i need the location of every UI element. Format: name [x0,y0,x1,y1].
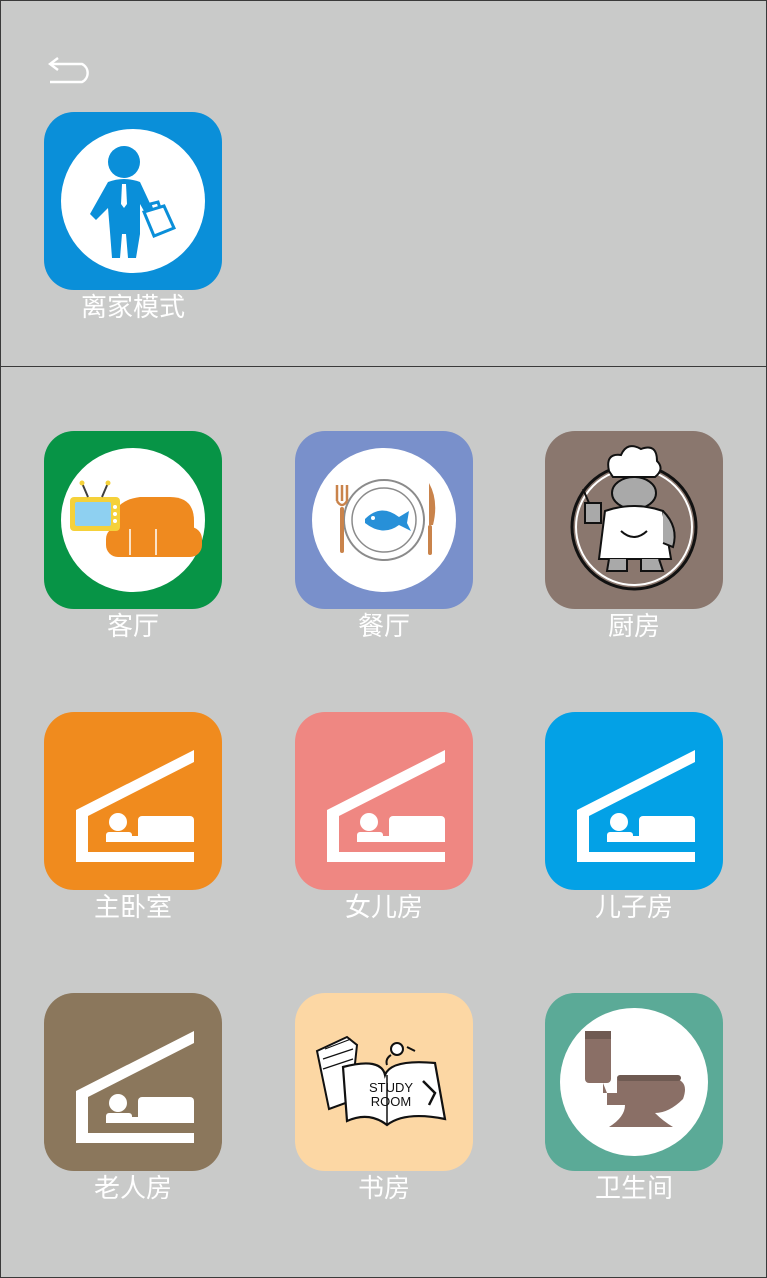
toilet-icon [560,1008,708,1156]
back-arrow-icon [48,57,89,84]
mode-away-label: 离家模式 [80,293,185,323]
room-tile[interactable]: 女儿房 [295,712,473,924]
room-icon-box [44,712,222,890]
room-icon-box [545,993,723,1171]
room-icon-box [295,712,473,890]
room-tile[interactable]: 卫生间 [545,993,723,1205]
room-label: 女儿房 [344,893,423,923]
room-label: 主卧室 [93,893,172,923]
room-tile[interactable]: 老人房 [44,993,222,1205]
room-label: 儿子房 [594,893,673,923]
svg-text:ROOM: ROOM [371,1094,411,1109]
bed-house-icon [327,750,445,862]
mode-away-icon-box [44,112,222,290]
room-label: 书房 [357,1174,410,1204]
back-button[interactable] [44,56,100,86]
room-tile[interactable]: 主卧室 [44,712,222,924]
sofa-tv-icon [61,448,205,592]
room-icon-box [545,431,723,609]
room-icon-box [44,431,222,609]
room-tile[interactable]: 客厅 [44,431,222,643]
plate-fish-icon [312,448,456,592]
room-tile[interactable]: 餐厅 [295,431,473,643]
room-icon-box [44,993,222,1171]
mode-away[interactable]: 离家模式 [44,112,222,324]
room-icon-box: STUDY ROOM [295,993,473,1171]
room-label: 客厅 [106,612,159,642]
room-tile[interactable]: 儿子房 [545,712,723,924]
section-divider [0,366,767,367]
room-label: 老人房 [93,1174,172,1204]
room-label: 餐厅 [357,612,410,642]
room-tile[interactable]: STUDY ROOM 书房 [295,993,473,1205]
room-label: 厨房 [607,612,660,642]
bed-house-icon [577,750,695,862]
room-icon-box [545,712,723,890]
chef-icon [570,445,698,591]
businessman-leaving-icon [61,129,205,273]
room-icon-box [295,431,473,609]
study-room-book-icon: STUDYROOM [315,1035,447,1127]
bed-house-icon [76,1031,194,1143]
room-label: 卫生间 [594,1174,673,1204]
svg-text:STUDY: STUDY [369,1080,413,1095]
room-tile[interactable]: 厨房 [545,431,723,643]
bed-house-icon [76,750,194,862]
